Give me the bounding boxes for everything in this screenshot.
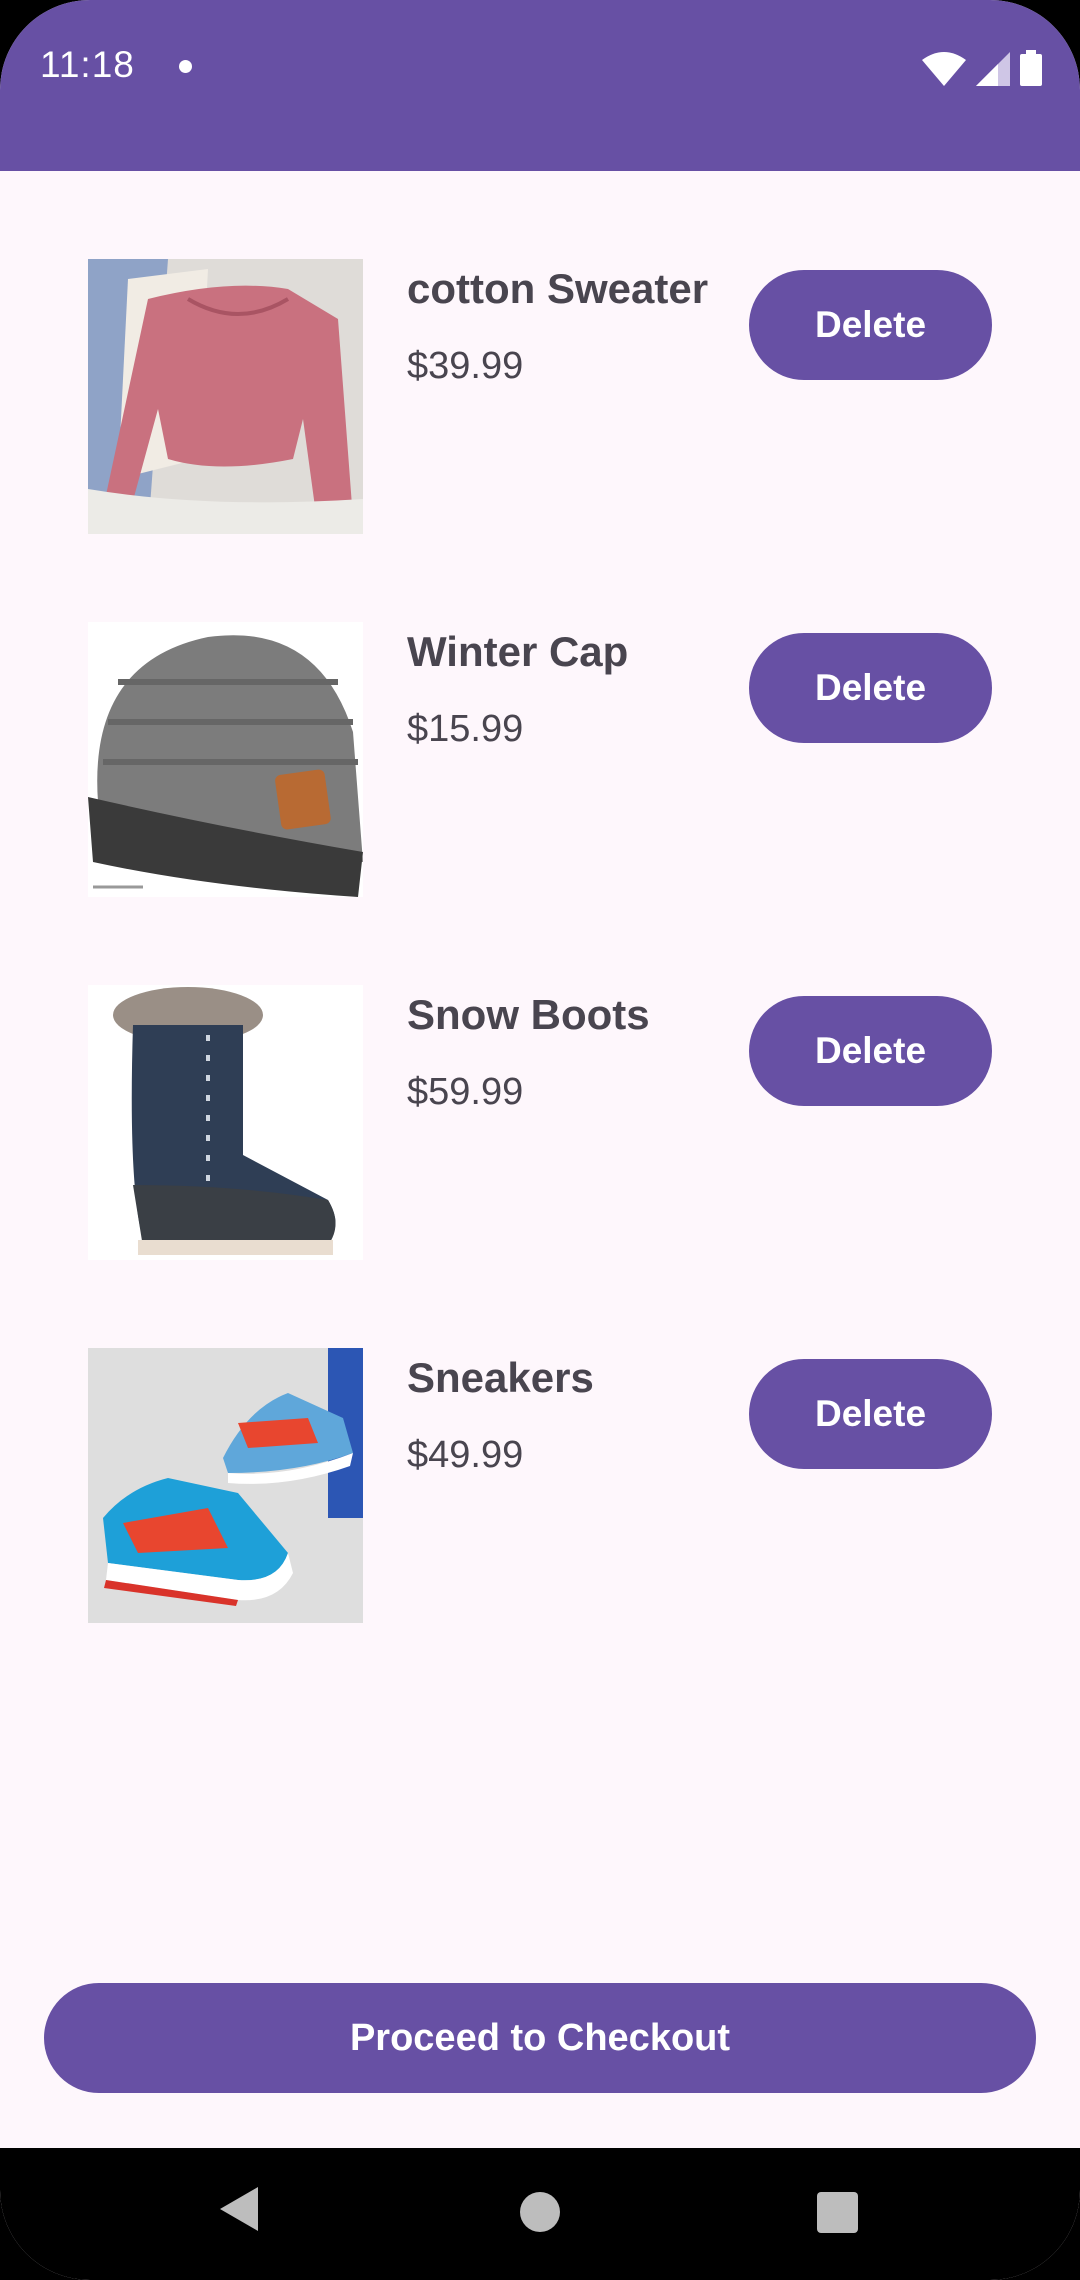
app-screen: 11:18 cotton Sweater $39.99 Delete Winte… xyxy=(0,0,1080,2280)
back-icon[interactable] xyxy=(218,2185,260,2233)
checkout-button[interactable]: Proceed to Checkout xyxy=(44,1983,1036,2093)
cart-item: Winter Cap $15.99 Delete xyxy=(0,622,1080,902)
status-icons xyxy=(922,50,1042,86)
item-name: Winter Cap xyxy=(407,628,629,675)
item-price: $59.99 xyxy=(407,1071,524,1113)
cap-image xyxy=(88,622,363,897)
sneakers-image xyxy=(88,1348,363,1623)
wifi-icon xyxy=(922,52,966,86)
cart-item: Snow Boots $59.99 Delete xyxy=(0,985,1080,1265)
cart-item: cotton Sweater $39.99 Delete xyxy=(0,259,1080,539)
delete-button[interactable]: Delete xyxy=(749,996,992,1106)
sweater-image xyxy=(88,259,363,534)
navigation-bar xyxy=(0,2148,1080,2280)
battery-icon xyxy=(1020,50,1042,86)
boot-image xyxy=(88,985,363,1260)
delete-button[interactable]: Delete xyxy=(749,633,992,743)
item-price: $39.99 xyxy=(407,345,524,387)
cart-item: Sneakers $49.99 Delete xyxy=(0,1348,1080,1628)
delete-button[interactable]: Delete xyxy=(749,270,992,380)
item-price: $15.99 xyxy=(407,708,524,750)
notification-dot-icon xyxy=(179,60,192,73)
delete-button[interactable]: Delete xyxy=(749,1359,992,1469)
recents-icon[interactable] xyxy=(817,2192,858,2233)
item-price: $49.99 xyxy=(407,1434,524,1476)
status-time: 11:18 xyxy=(40,44,135,85)
item-name: Snow Boots xyxy=(407,991,650,1038)
home-icon[interactable] xyxy=(520,2192,560,2232)
status-bar: 11:18 xyxy=(0,0,1080,171)
cellular-signal-icon xyxy=(976,52,1010,86)
item-name: cotton Sweater xyxy=(407,265,709,312)
item-name: Sneakers xyxy=(407,1354,594,1401)
